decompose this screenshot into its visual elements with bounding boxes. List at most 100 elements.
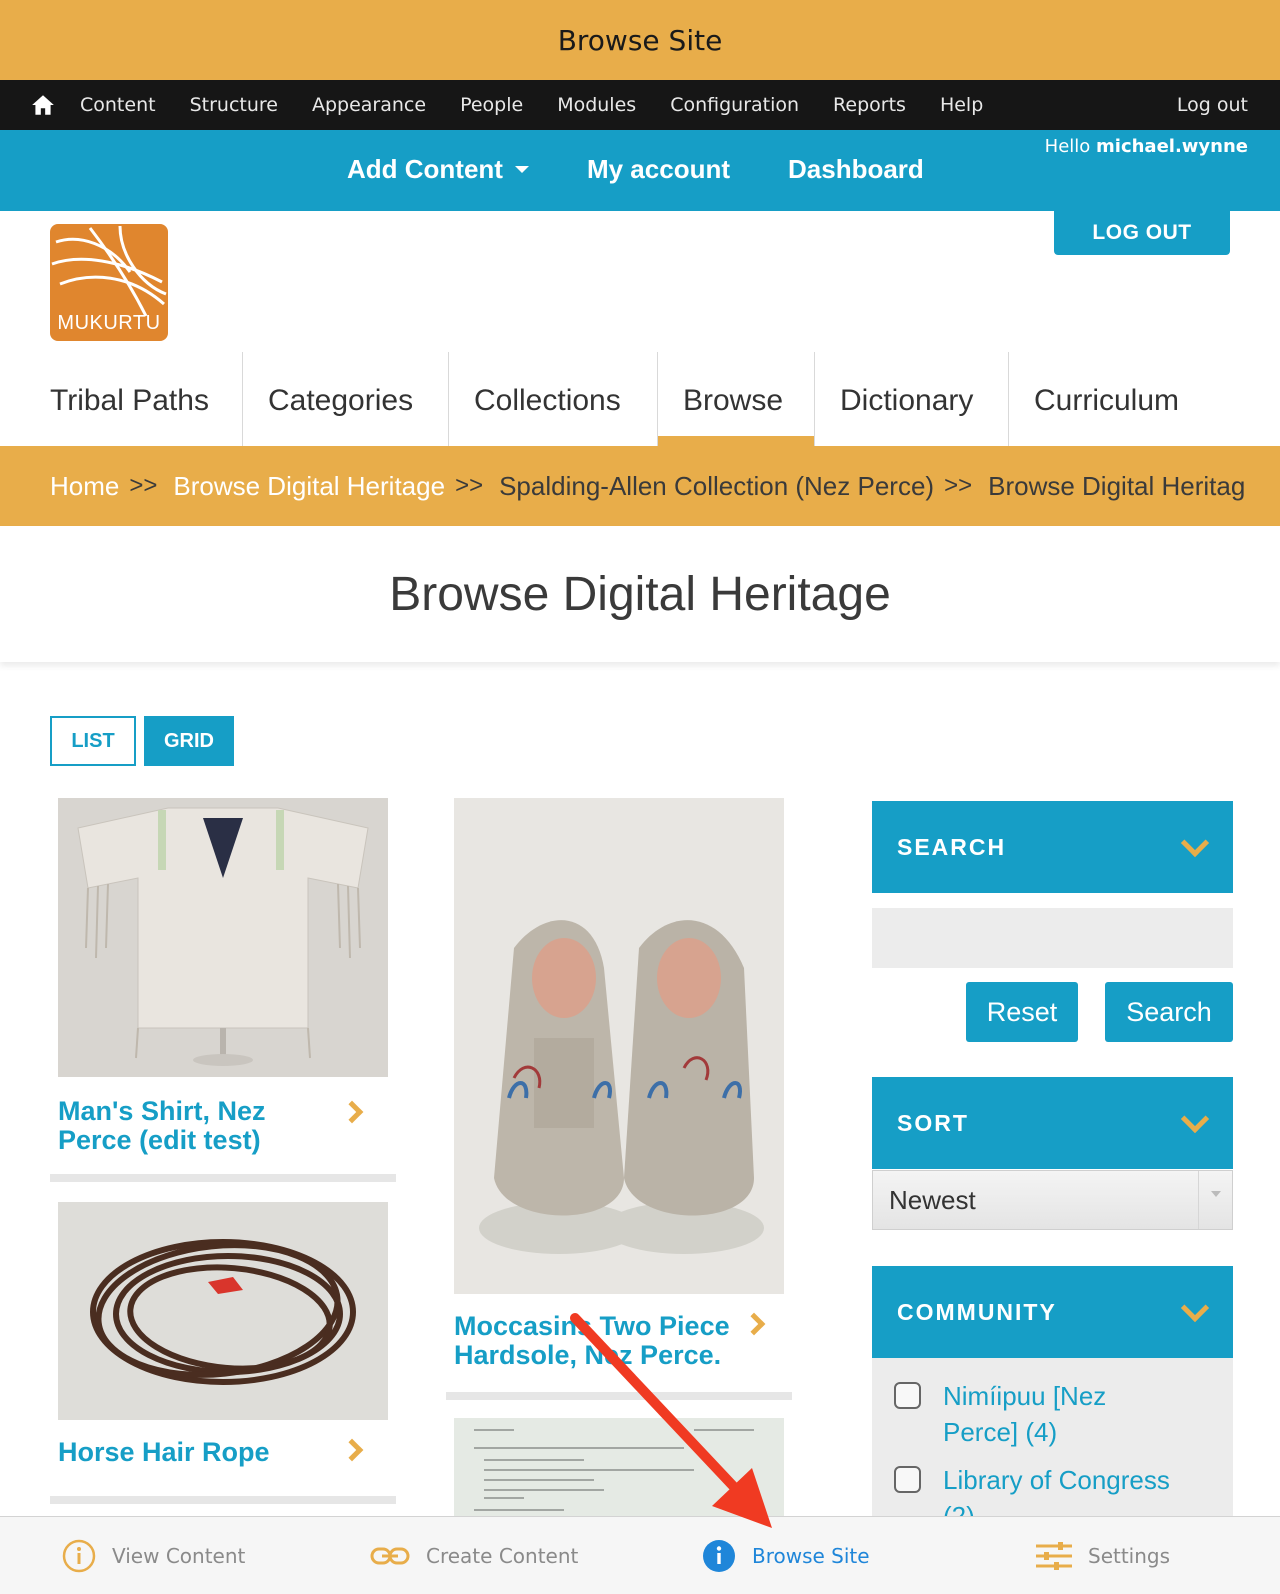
breadcrumb-home[interactable]: Home	[50, 471, 119, 502]
username: michael.wynne	[1096, 136, 1248, 157]
admin-menu-structure[interactable]: Structure	[190, 94, 278, 116]
bottom-tab-bar: View Content Create Content Browse Site …	[0, 1516, 1280, 1594]
community-panel-title: COMMUNITY	[897, 1298, 1057, 1325]
community-label[interactable]: Nimíipuu [Nez Perce] (4)	[943, 1378, 1213, 1450]
community-checkbox[interactable]	[894, 1466, 921, 1493]
nav-tab-tribal-paths[interactable]: Tribal Paths	[0, 352, 243, 446]
card-divider	[50, 1174, 396, 1182]
admin-menu-appearance[interactable]: Appearance	[312, 94, 426, 116]
community-label-line: Nimíipuu [Nez	[943, 1381, 1107, 1411]
breadcrumb-separator: >>	[455, 472, 484, 499]
caret-down-icon	[514, 166, 529, 173]
page-title-band: Browse Digital Heritage	[0, 526, 1280, 662]
logo-text: MUKURTU	[57, 312, 161, 334]
breadcrumb-separator: >>	[129, 472, 158, 499]
nav-tab-label: Categories	[268, 384, 414, 417]
card-image-shirt[interactable]	[58, 798, 388, 1077]
logo-mark-icon	[51, 225, 167, 317]
card-image-rope[interactable]	[58, 1202, 388, 1420]
logout-button[interactable]: LOG OUT	[1054, 211, 1230, 255]
chevron-right-icon[interactable]	[340, 1100, 364, 1124]
card-title-line: Hardsole, Nez Perce.	[454, 1340, 722, 1370]
tab-label: Create Content	[426, 1544, 579, 1568]
nav-tab-collections[interactable]: Collections	[449, 352, 658, 446]
nav-tab-label: Collections	[474, 384, 621, 417]
admin-logout-link[interactable]: Log out	[1177, 94, 1248, 116]
nav-tab-categories[interactable]: Categories	[243, 352, 449, 446]
chevron-down-icon[interactable]	[1180, 828, 1210, 858]
community-panel-header[interactable]: COMMUNITY	[872, 1266, 1233, 1358]
dropdown-arrow-icon[interactable]	[1198, 1171, 1232, 1229]
breadcrumb-current: Browse Digital Heritag	[988, 470, 1246, 501]
community-facet-list: Nimíipuu [Nez Perce] (4) Library of Cong…	[872, 1358, 1233, 1518]
add-content-label: Add Content	[347, 154, 503, 184]
community-facet-item[interactable]: Nimíipuu [Nez Perce] (4)	[894, 1378, 1213, 1450]
greeting-prefix: Hello	[1044, 136, 1091, 157]
admin-menu-help[interactable]: Help	[940, 94, 983, 116]
card-title-line: Perce (edit test)	[58, 1125, 261, 1155]
sliders-icon	[1036, 1542, 1072, 1570]
card-title[interactable]: Man's Shirt, Nez Perce (edit test)	[58, 1097, 328, 1155]
nav-tab-browse[interactable]: Browse	[658, 352, 815, 446]
mukurtu-logo[interactable]: MUKURTU	[50, 224, 168, 341]
card-divider	[446, 1392, 792, 1400]
card-title[interactable]: Moccasins Two Piece Hardsole, Nez Perce.	[454, 1312, 754, 1370]
moccasins-image	[454, 798, 784, 1294]
breadcrumb-separator: >>	[944, 472, 973, 499]
breadcrumb-browse-digital-heritage[interactable]: Browse Digital Heritage	[173, 471, 445, 502]
breadcrumb-collection[interactable]: Spalding-Allen Collection (Nez Perce)	[499, 471, 934, 502]
grid-view-button[interactable]: GRID	[144, 716, 234, 766]
nav-tab-dictionary[interactable]: Dictionary	[815, 352, 1009, 446]
nav-tab-label: Browse	[683, 384, 784, 417]
nav-tab-label: Curriculum	[1034, 384, 1180, 417]
sort-panel-header[interactable]: SORT	[872, 1077, 1233, 1169]
nav-tab-curriculum[interactable]: Curriculum	[1009, 352, 1259, 446]
community-label-line: Library of Congress	[943, 1465, 1170, 1495]
tab-browse-site[interactable]: Browse Site	[702, 1517, 870, 1594]
tab-label: Browse Site	[752, 1544, 870, 1568]
community-label[interactable]: Library of Congress (2)	[943, 1462, 1213, 1518]
search-input[interactable]	[872, 908, 1233, 968]
tab-create-content[interactable]: Create Content	[370, 1517, 578, 1594]
admin-menu-reports[interactable]: Reports	[833, 94, 906, 116]
card-image-document[interactable]	[454, 1418, 784, 1516]
tab-settings[interactable]: Settings	[1036, 1517, 1170, 1594]
sort-panel-title: SORT	[897, 1109, 969, 1136]
community-label-line: Perce] (4)	[943, 1417, 1058, 1447]
community-label-line: (2)	[943, 1501, 975, 1518]
my-account-link[interactable]: My account	[587, 154, 730, 185]
tab-label: Settings	[1088, 1544, 1171, 1568]
page-title: Browse Digital Heritage	[389, 567, 891, 621]
nav-tab-label: Tribal Paths	[50, 384, 209, 417]
list-view-button[interactable]: LIST	[50, 716, 136, 766]
community-checkbox[interactable]	[894, 1382, 921, 1409]
search-panel-title: SEARCH	[897, 833, 1007, 860]
admin-menu-modules[interactable]: Modules	[557, 94, 636, 116]
dashboard-link[interactable]: Dashboard	[788, 154, 924, 185]
chevron-down-icon[interactable]	[1180, 1293, 1210, 1323]
window-title: Browse Site	[557, 23, 723, 57]
sort-selected-value: Newest	[889, 1184, 976, 1215]
rope-image	[58, 1202, 388, 1420]
community-facet-item[interactable]: Library of Congress (2)	[894, 1462, 1213, 1518]
admin-toolbar: Content Structure Appearance People Modu…	[0, 80, 1280, 130]
chevron-down-icon[interactable]	[1180, 1104, 1210, 1134]
admin-menu-people[interactable]: People	[460, 94, 523, 116]
admin-menu-configuration[interactable]: Configuration	[670, 94, 799, 116]
chevron-right-icon[interactable]	[340, 1438, 364, 1462]
card-title[interactable]: Horse Hair Rope	[58, 1438, 328, 1467]
card-image-moccasins[interactable]	[454, 798, 784, 1294]
card-title-line: Moccasins Two Piece	[454, 1311, 730, 1341]
document-image	[454, 1418, 784, 1516]
card-title-line: Man's Shirt, Nez	[58, 1096, 266, 1126]
sort-select[interactable]: Newest	[872, 1170, 1233, 1230]
admin-menu-content[interactable]: Content	[80, 94, 156, 116]
nav-tab-label: Dictionary	[840, 384, 974, 417]
reset-button[interactable]: Reset	[966, 982, 1078, 1042]
tab-label: View Content	[112, 1544, 246, 1568]
search-panel-header[interactable]: SEARCH	[872, 801, 1233, 893]
add-content-dropdown[interactable]: Add Content	[347, 154, 529, 185]
home-icon[interactable]	[30, 92, 56, 118]
tab-view-content[interactable]: View Content	[62, 1517, 245, 1594]
search-button[interactable]: Search	[1105, 982, 1233, 1042]
